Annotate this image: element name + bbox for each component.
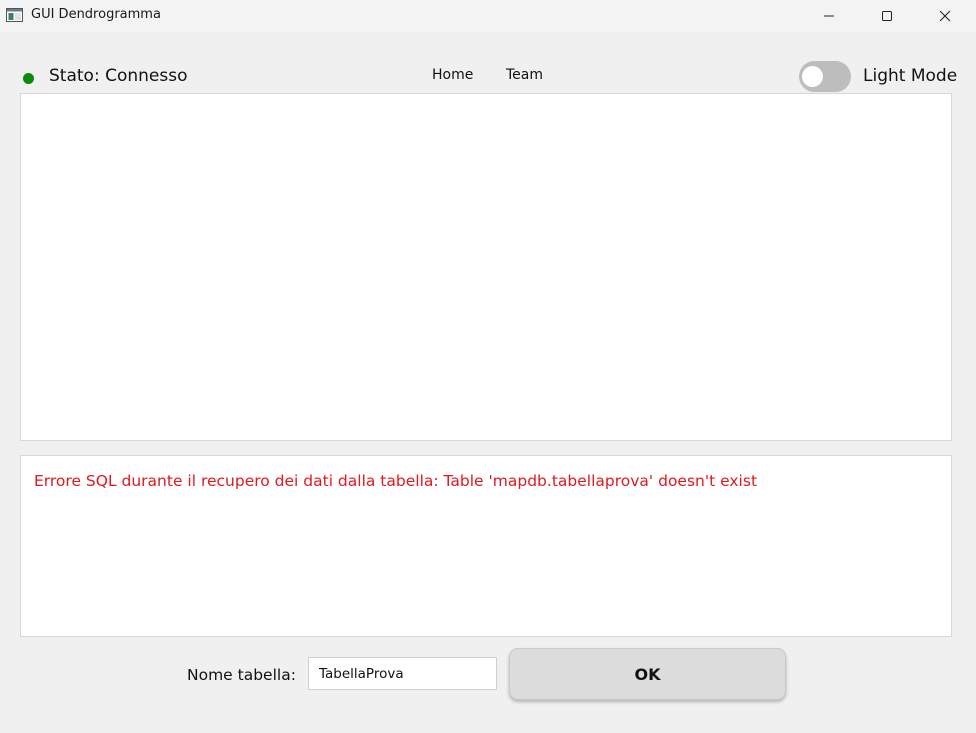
dendrogram-display-area	[20, 93, 952, 441]
table-name-input[interactable]	[308, 657, 497, 690]
app-window: GUI Dendrogramma Stato: Connesso Home Te…	[0, 0, 976, 733]
close-button[interactable]	[922, 0, 968, 32]
table-name-label: Nome tabella:	[187, 666, 296, 684]
minimize-button[interactable]	[806, 0, 852, 32]
close-icon	[939, 10, 951, 22]
app-window-icon	[6, 8, 23, 22]
nav-home-link[interactable]: Home	[432, 67, 473, 83]
light-mode-label: Light Mode	[863, 66, 958, 86]
window-title: GUI Dendrogramma	[31, 7, 161, 22]
status-indicator-dot	[23, 73, 34, 84]
output-message-area: Errore SQL durante il recupero dei dati …	[20, 455, 952, 637]
light-mode-toggle[interactable]	[799, 61, 851, 92]
connection-status: Stato: Connesso	[49, 66, 188, 86]
minimize-icon	[824, 15, 834, 17]
error-message: Errore SQL durante il recupero dei dati …	[34, 472, 758, 490]
maximize-button[interactable]	[864, 0, 910, 32]
maximize-icon	[882, 11, 892, 21]
ok-button[interactable]: OK	[509, 648, 786, 700]
nav-team-link[interactable]: Team	[506, 67, 543, 83]
toggle-knob	[802, 66, 823, 87]
title-bar[interactable]: GUI Dendrogramma	[0, 0, 976, 32]
